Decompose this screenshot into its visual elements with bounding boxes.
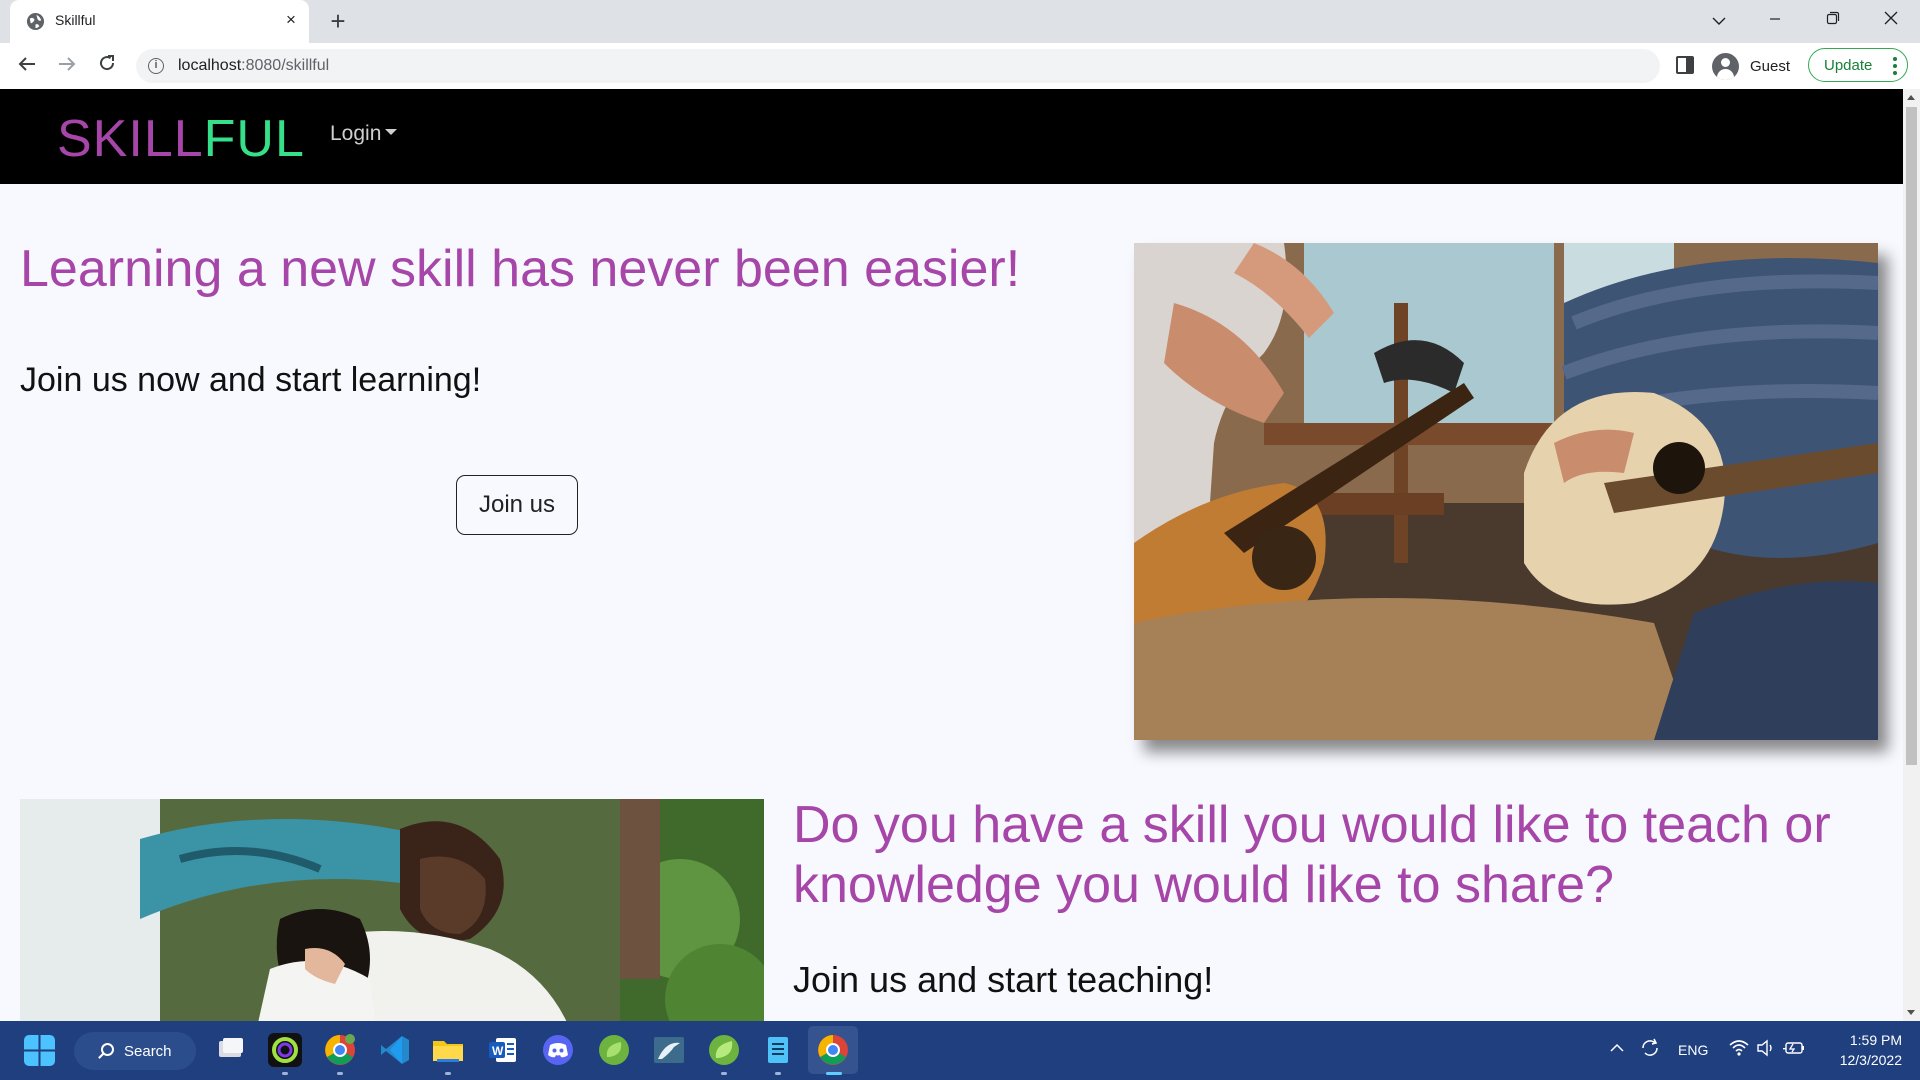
join-us-button[interactable]: Join us xyxy=(456,475,578,535)
mysql-icon[interactable] xyxy=(652,1033,686,1067)
search-icon xyxy=(101,1043,114,1056)
taskbar-search[interactable]: Search xyxy=(74,1032,196,1070)
update-label: Update xyxy=(1824,57,1873,74)
reload-icon[interactable] xyxy=(91,50,123,82)
language-indicator[interactable]: ENG xyxy=(1678,1042,1708,1058)
spring-tools-icon[interactable] xyxy=(707,1033,741,1067)
profile-label: Guest xyxy=(1750,58,1791,75)
running-indicator xyxy=(337,1072,343,1075)
browser-tab-strip: Skillful × + xyxy=(0,0,1920,43)
vscode-icon[interactable] xyxy=(378,1033,412,1067)
search-label: Search xyxy=(124,1043,172,1060)
close-window-icon[interactable] xyxy=(1868,6,1914,36)
back-arrow-icon[interactable] xyxy=(11,50,43,82)
tab-search-chevron-icon[interactable] xyxy=(1696,6,1742,36)
caret-down-icon xyxy=(385,129,398,136)
avatar-icon xyxy=(1712,53,1739,80)
windows-start-icon[interactable] xyxy=(24,1035,55,1066)
login-dropdown[interactable]: Login xyxy=(330,122,398,146)
scroll-up-icon[interactable] xyxy=(1907,95,1915,100)
running-indicator xyxy=(282,1072,288,1075)
side-panel-icon[interactable] xyxy=(1676,56,1694,74)
wifi-icon[interactable] xyxy=(1729,1039,1749,1057)
restore-icon[interactable] xyxy=(1810,6,1856,36)
teaching-photo xyxy=(20,799,764,1021)
tab-title: Skillful xyxy=(55,12,96,28)
browser-toolbar: i localhost:8080/skillful Guest Update xyxy=(0,43,1920,89)
page-viewport: SKILLFUL Login Learning a new skill has … xyxy=(0,89,1903,1021)
url-text[interactable]: localhost:8080/skillful xyxy=(178,57,329,75)
chrome-icon[interactable] xyxy=(323,1033,357,1067)
site-info-icon[interactable]: i xyxy=(148,58,164,74)
address-bar[interactable]: i localhost:8080/skillful xyxy=(136,49,1660,83)
svg-text:W: W xyxy=(492,1044,504,1058)
spring-icon[interactable] xyxy=(597,1033,631,1067)
clock-date: 12/3/2022 xyxy=(1839,1052,1902,1068)
more-menu-icon[interactable] xyxy=(1893,57,1897,75)
scroll-down-icon[interactable] xyxy=(1907,1010,1915,1015)
globe-icon xyxy=(26,12,45,31)
hero-title: Learning a new skill has never been easi… xyxy=(20,240,1021,298)
file-explorer-icon[interactable] xyxy=(431,1033,465,1067)
update-button[interactable]: Update xyxy=(1808,48,1908,82)
site-logo[interactable]: SKILLFUL xyxy=(57,109,305,169)
running-indicator xyxy=(445,1072,451,1075)
volume-icon[interactable] xyxy=(1756,1039,1776,1057)
teach-title: Do you have a skill you would like to te… xyxy=(793,796,1831,914)
page-scrollbar[interactable] xyxy=(1903,89,1920,1021)
notepad-icon[interactable] xyxy=(761,1033,795,1067)
task-view-icon[interactable] xyxy=(214,1033,248,1067)
windows-taskbar: Search W ENG 1:59 PM 12/3/2022 xyxy=(0,1021,1920,1080)
app-ring-icon[interactable] xyxy=(268,1033,302,1067)
close-tab-icon[interactable]: × xyxy=(280,9,302,31)
guitar-lesson-photo xyxy=(1134,243,1878,740)
running-indicator xyxy=(721,1072,727,1075)
system-clock[interactable]: 1:59 PM 12/3/2022 xyxy=(1826,1030,1902,1070)
new-tab-button[interactable]: + xyxy=(324,7,352,35)
active-indicator xyxy=(826,1072,842,1075)
hero-subtitle: Join us now and start learning! xyxy=(20,361,482,399)
chevron-up-icon[interactable] xyxy=(1610,1043,1624,1053)
sync-icon[interactable] xyxy=(1639,1037,1661,1059)
chrome-active-icon[interactable] xyxy=(816,1033,850,1067)
scroll-thumb[interactable] xyxy=(1906,107,1917,765)
forward-arrow-icon[interactable] xyxy=(51,50,83,82)
minimize-icon[interactable] xyxy=(1752,6,1798,36)
site-navbar: SKILLFUL Login xyxy=(0,89,1903,184)
word-icon[interactable]: W xyxy=(486,1033,520,1067)
browser-tab[interactable]: Skillful × xyxy=(10,0,309,43)
discord-icon[interactable] xyxy=(541,1033,575,1067)
clock-time: 1:59 PM xyxy=(1849,1032,1902,1048)
teach-subtitle: Join us and start teaching! xyxy=(793,959,1214,1000)
battery-icon[interactable] xyxy=(1783,1040,1805,1056)
running-indicator xyxy=(775,1072,781,1075)
